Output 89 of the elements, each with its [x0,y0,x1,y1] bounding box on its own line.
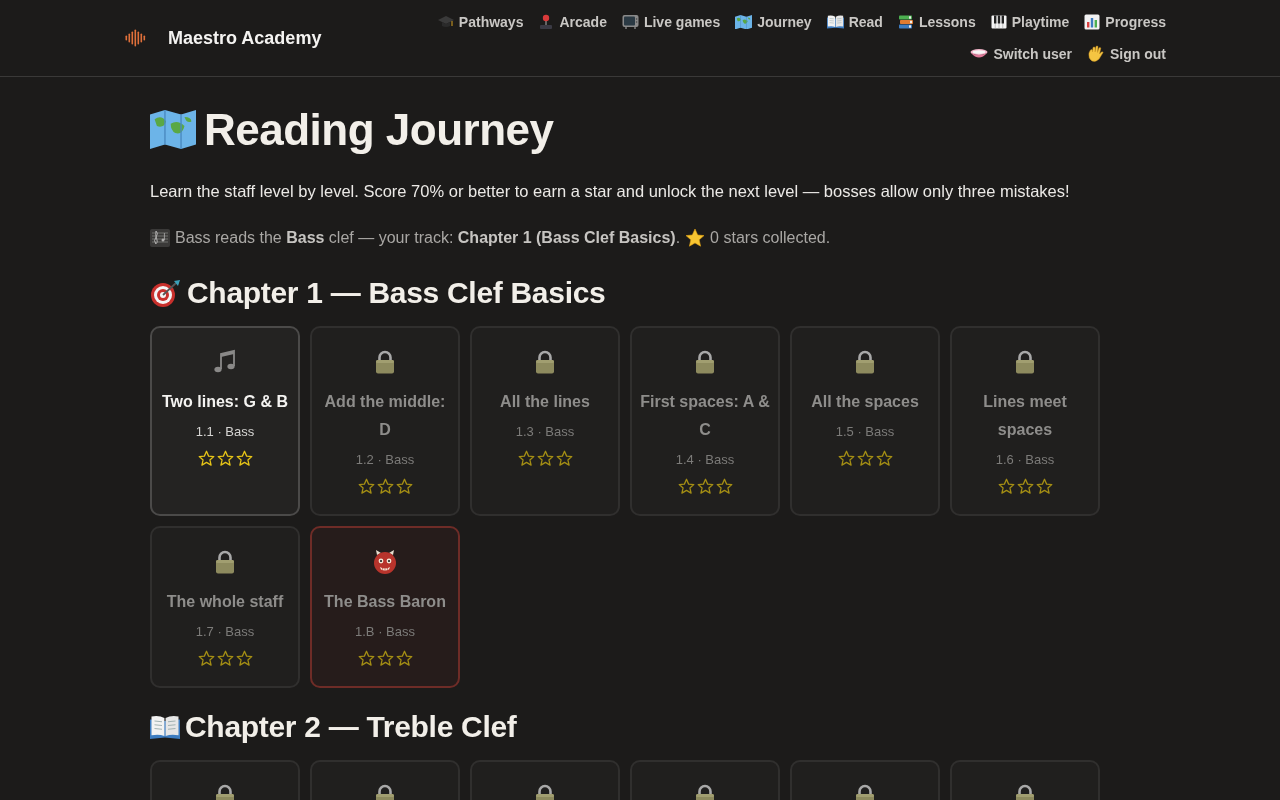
level-card[interactable]: First spaces: A & C 1.4 · Bass [630,326,780,516]
star-icon [685,228,706,248]
level-card[interactable]: Add the middle: D 1.2 · Bass [310,326,460,516]
level-title: Two lines: G & B [162,392,288,412]
nav-link[interactable]: Arcade [538,12,607,32]
level-title: Add the middle: D [323,392,447,440]
sound-wave-logo-icon [125,29,147,47]
level-title: The whole staff [166,592,284,612]
open-book-icon [150,715,180,739]
level-subtitle: 1.3 · Bass [515,423,575,441]
book-stack-icon [897,14,914,30]
level-subtitle: 1.6 · Bass [995,451,1055,469]
map-icon [150,110,196,150]
level-title: First spaces: A & C [639,392,771,440]
nav-link[interactable]: Pathways [437,12,524,32]
empty-star-icon [197,650,215,667]
television-icon [621,14,639,30]
empty-star-icon [395,650,413,667]
level-card[interactable]: All the spaces 1.5 · Bass [790,326,940,516]
level-card[interactable]: Two lines: G & B 1.1 · Bass [150,326,300,516]
empty-star-icon [235,450,253,467]
padlock-icon [855,350,875,374]
nav-link[interactable]: Live games [621,12,721,32]
empty-star-icon [875,450,893,467]
empty-star-icon [197,450,215,467]
level-subtitle: 1.B · Bass [355,623,415,641]
chapter-heading: Chapter 2 — Treble Clef [185,709,517,745]
empty-star-icon [376,650,394,667]
level-subtitle: 1.7 · Bass [195,623,255,641]
nav-link[interactable]: Sign out [1087,44,1166,64]
open-book-icon [826,15,844,29]
level-card[interactable]: All the lines 1.3 · Bass [470,326,620,516]
page-title: Reading Journey [204,104,554,156]
empty-star-icon [216,450,234,467]
level-subtitle: 1.2 · Bass [355,451,415,469]
empty-star-icon [357,478,375,495]
nav-link[interactable]: Switch user [970,44,1072,64]
chapter-heading: Chapter 1 — Bass Clef Basics [187,275,606,311]
level-title: The Bass Baron [324,592,446,612]
nav-link[interactable]: Playtime [990,12,1070,32]
nav-link[interactable]: Read [826,12,883,32]
empty-star-icon [997,478,1015,495]
empty-star-icon [696,478,714,495]
music-score-icon [150,229,170,247]
music-notes-icon [213,349,237,375]
nav-link[interactable]: Lessons [897,12,976,32]
nav-link[interactable]: Journey [735,12,812,32]
empty-star-icon [235,650,253,667]
empty-star-icon [376,478,394,495]
bar-chart-icon [1084,14,1101,30]
boss-level-card[interactable]: The Bass Baron 1.B · Bass [310,526,460,688]
padlock-icon [1015,350,1035,374]
nav-link[interactable]: Progress [1084,12,1166,32]
joystick-icon [538,14,555,30]
empty-star-icon [357,650,375,667]
level-title: Lines meet spaces [982,392,1068,440]
level-title: All the spaces [811,392,919,412]
empty-star-icon [715,478,733,495]
intro-text: Learn the staff level by level. Score 70% or better to earn a star and unlock the next level — bosses allow only three mistakes! [150,181,1071,202]
level-card[interactable]: The whole staff 1.7 · Bass [150,526,300,688]
graduation-cap-icon [437,14,454,30]
empty-star-icon [1016,478,1034,495]
level-card[interactable]: Lines meet spaces 1.6 · Bass [950,326,1100,516]
piano-keys-icon [990,14,1007,30]
level-subtitle: 1.4 · Bass [675,451,735,469]
level-subtitle: 1.1 · Bass [195,423,255,441]
empty-star-icon [395,478,413,495]
empty-star-icon [677,478,695,495]
monster-face-icon [372,549,398,575]
stars-collected-text: 0 stars collected. [710,228,831,248]
padlock-icon [215,550,235,574]
empty-star-icon [856,450,874,467]
empty-star-icon [536,450,554,467]
level-title: All the lines [500,392,590,412]
empty-star-icon [555,450,573,467]
empty-star-icon [216,650,234,667]
map-icon [735,14,753,30]
padlock-icon [535,350,555,374]
track-note: Bass reads the Bass clef — your track: Chapter 1 (Bass Clef Basics). [175,228,681,248]
padlock-icon [375,350,395,374]
dart-target-icon [150,278,182,308]
waving-hand-icon [1087,45,1105,63]
padlock-icon [695,350,715,374]
dish-icon [970,48,989,60]
brand-name: Maestro Academy [168,26,322,50]
empty-star-icon [1035,478,1053,495]
level-subtitle: 1.5 · Bass [835,423,895,441]
empty-star-icon [837,450,855,467]
empty-star-icon [517,450,535,467]
